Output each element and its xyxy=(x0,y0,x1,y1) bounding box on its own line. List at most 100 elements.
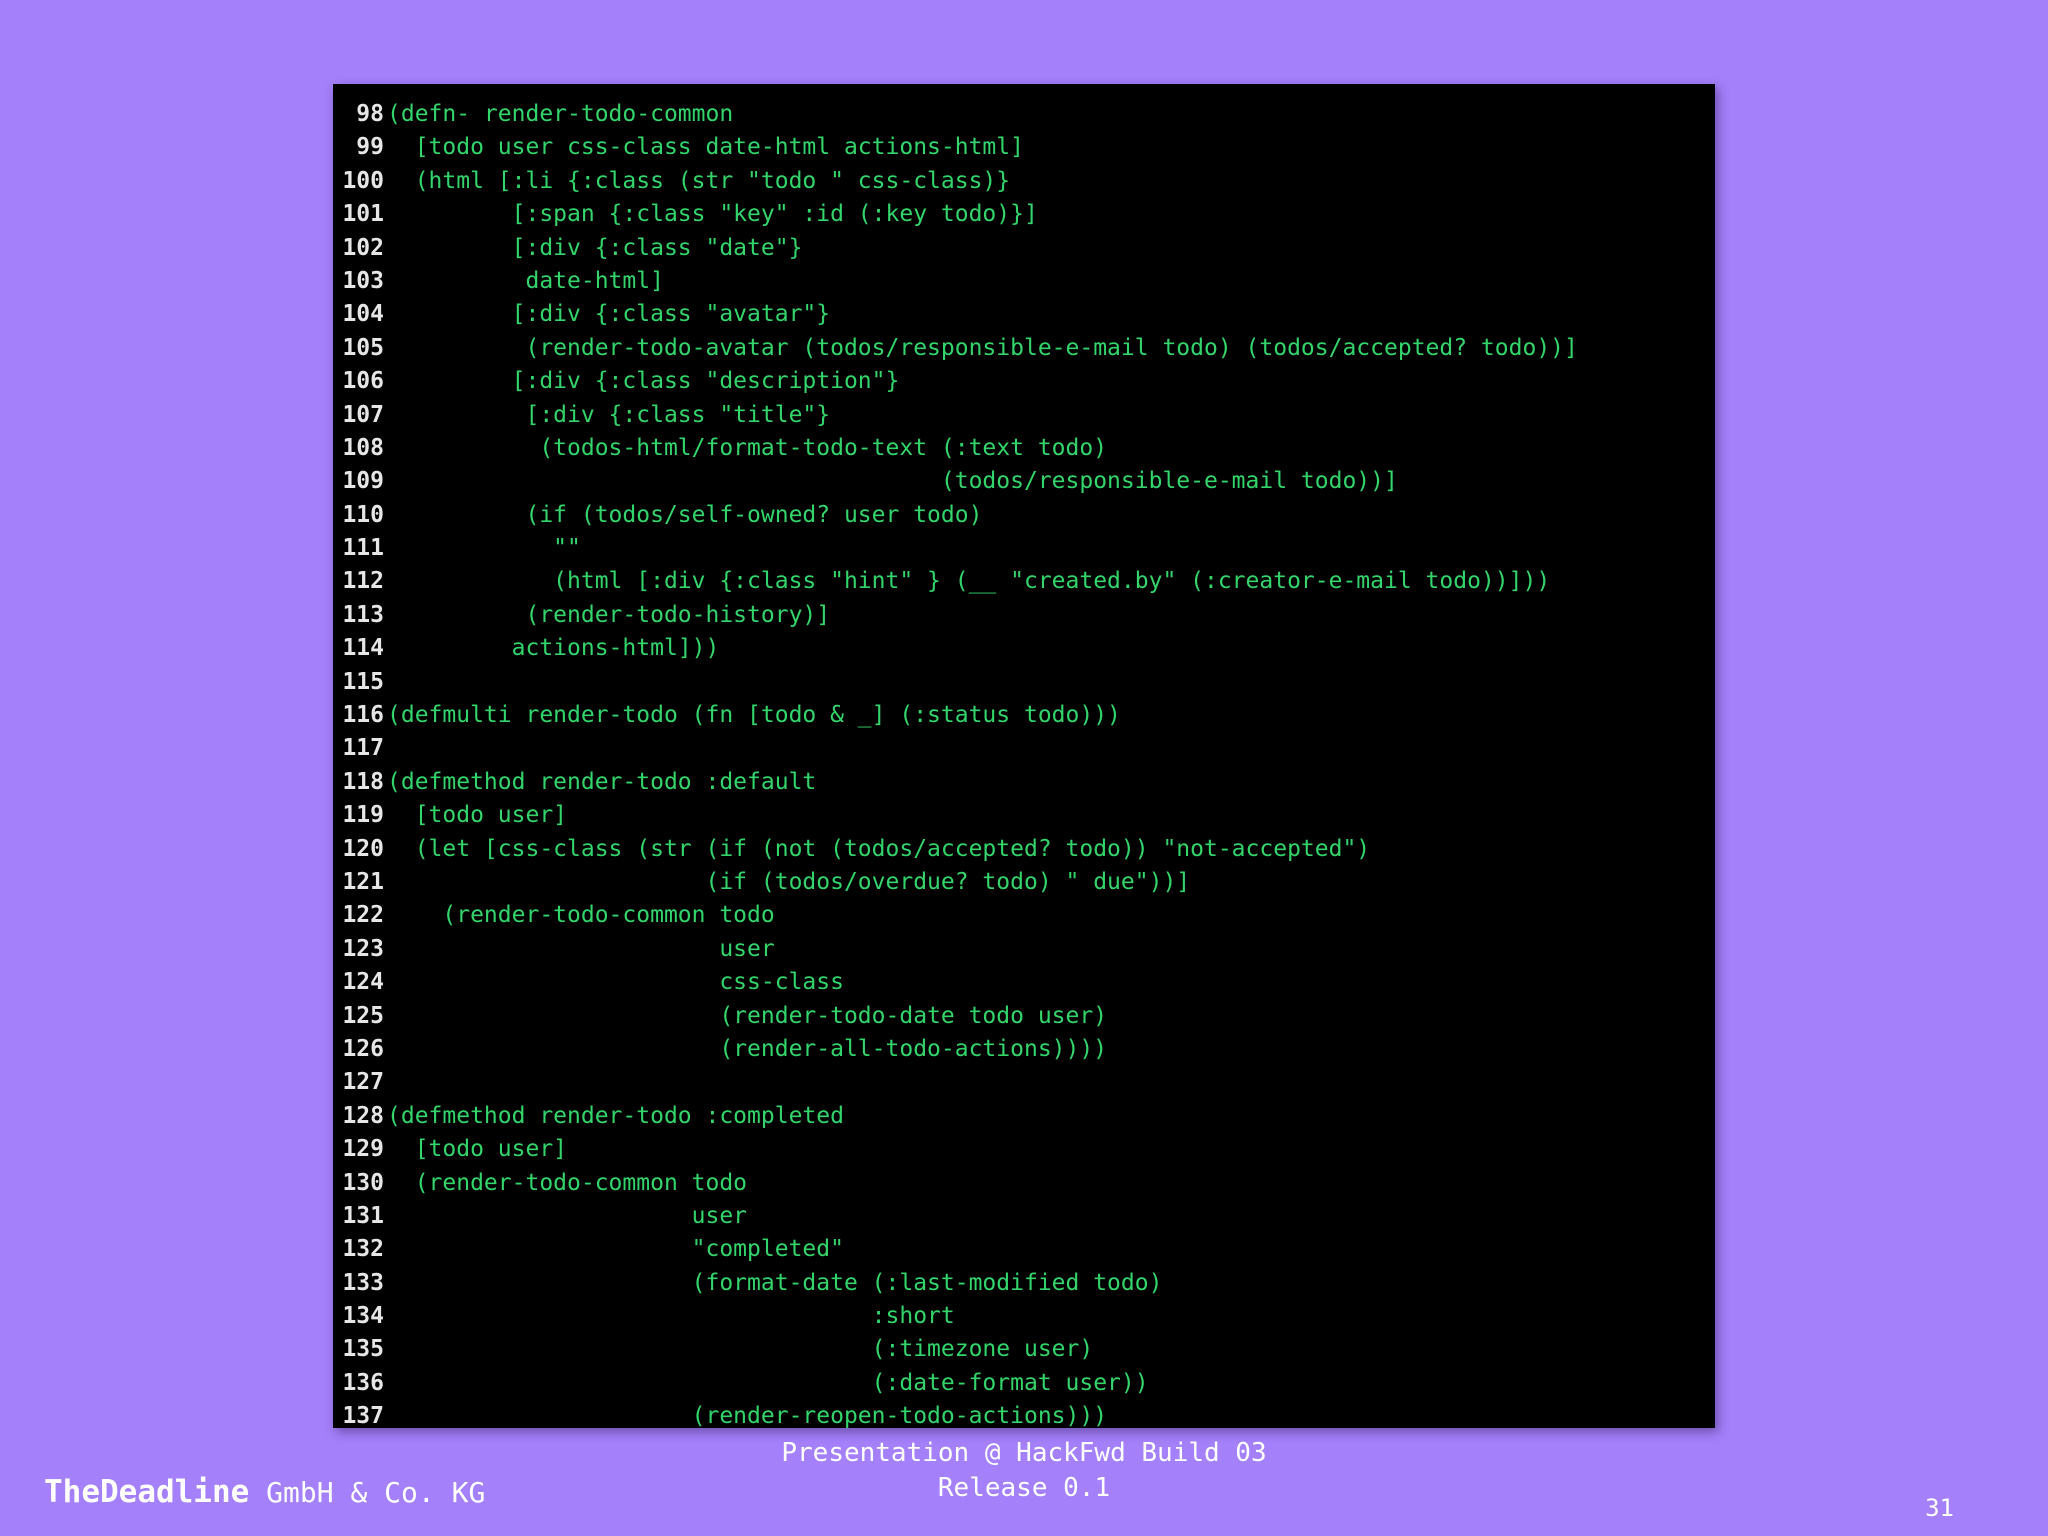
code-line[interactable]: 136 (:date-format user)) xyxy=(333,1367,1715,1400)
line-number: 133 xyxy=(342,1269,384,1296)
code-line[interactable]: 99 [todo user css-class date-html action… xyxy=(333,131,1715,164)
code-line[interactable]: 133 (format-date (:last-modified todo) xyxy=(333,1267,1715,1300)
code-line[interactable]: 127 xyxy=(333,1066,1715,1099)
line-number: 118 xyxy=(342,768,384,795)
code-line[interactable]: 122 (render-todo-common todo xyxy=(333,899,1715,932)
code-text: (render-todo-history)] xyxy=(387,601,831,628)
code-text: (html [:div {:class "hint" } (__ "create… xyxy=(387,568,1551,595)
code-text: (html [:li {:class (str "todo " css-clas… xyxy=(387,167,1011,194)
code-line[interactable]: 137 (render-reopen-todo-actions))) xyxy=(333,1400,1715,1428)
code-text: date-html] xyxy=(387,267,664,294)
code-editor-window[interactable]: 98 (defn- render-todo-common 99 [todo user… xyxy=(333,84,1715,1428)
code-line[interactable]: 100 (html [:li {:class (str "todo " css-… xyxy=(333,165,1715,198)
line-number: 128 xyxy=(342,1102,384,1129)
code-line[interactable]: 118 (defmethod render-todo :default xyxy=(333,766,1715,799)
code-text: actions-html])) xyxy=(387,635,720,662)
line-number: 124 xyxy=(342,969,384,996)
code-line[interactable]: 98 (defn- render-todo-common xyxy=(333,98,1715,131)
code-text: [todo user css-class date-html actions-h… xyxy=(387,134,1024,161)
line-number: 115 xyxy=(342,668,384,695)
line-number: 130 xyxy=(342,1169,384,1196)
code-line[interactable]: 128 (defmethod render-todo :completed xyxy=(333,1100,1715,1133)
code-line[interactable]: 114 actions-html])) xyxy=(333,632,1715,665)
line-number: 119 xyxy=(342,802,384,829)
line-number: 98 xyxy=(356,101,384,127)
code-text: (:date-format user)) xyxy=(387,1369,1149,1396)
code-text: [todo user] xyxy=(387,1136,568,1163)
page-number: 31 xyxy=(1925,1494,1954,1522)
code-line[interactable]: 111 "" xyxy=(333,532,1715,565)
code-line[interactable]: 113 (render-todo-history)] xyxy=(333,599,1715,632)
code-line[interactable]: 120 (let [css-class (str (if (not (todos… xyxy=(333,833,1715,866)
code-line[interactable]: 110 (if (todos/self-owned? user todo) xyxy=(333,499,1715,532)
line-number: 107 xyxy=(342,401,384,428)
code-text: "" xyxy=(387,535,581,562)
line-number: 102 xyxy=(342,234,384,261)
brand-name: TheDeadline xyxy=(44,1474,250,1510)
code-line[interactable]: 107 [:div {:class "title"} xyxy=(333,399,1715,432)
code-lines: 98 (defn- render-todo-common 99 [todo user… xyxy=(333,84,1715,1428)
code-text: (format-date (:last-modified todo) xyxy=(387,1269,1163,1296)
code-line[interactable]: 125 (render-todo-date todo user) xyxy=(333,1000,1715,1033)
line-number: 137 xyxy=(342,1403,384,1428)
code-line[interactable]: 130 (render-todo-common todo xyxy=(333,1167,1715,1200)
code-line[interactable]: 112 (html [:div {:class "hint" } (__ "cr… xyxy=(333,565,1715,598)
code-line[interactable]: 104 [:div {:class "avatar"} xyxy=(333,298,1715,331)
code-text: [todo user] xyxy=(387,802,568,829)
code-line[interactable]: 129 [todo user] xyxy=(333,1133,1715,1166)
code-line[interactable]: 123 user xyxy=(333,933,1715,966)
line-number: 135 xyxy=(342,1336,384,1363)
code-line[interactable]: 103 date-html] xyxy=(333,265,1715,298)
code-line[interactable]: 116 (defmulti render-todo (fn [todo & _] … xyxy=(333,699,1715,732)
line-number: 123 xyxy=(342,935,384,962)
code-line[interactable]: 108 (todos-html/format-todo-text (:text … xyxy=(333,432,1715,465)
line-number: 125 xyxy=(342,1002,384,1029)
code-line[interactable]: 109 (todos/responsible-e-mail todo))] xyxy=(333,465,1715,498)
line-number: 126 xyxy=(342,1035,384,1062)
code-text: (todos-html/format-todo-text (:text todo… xyxy=(387,434,1108,461)
presentation-line-1: Presentation @ HackFwd Build 03 xyxy=(781,1438,1267,1468)
code-line[interactable]: 106 [:div {:class "description"} xyxy=(333,365,1715,398)
line-number: 121 xyxy=(342,868,384,895)
code-line[interactable]: 131 user xyxy=(333,1200,1715,1233)
code-line[interactable]: 135 (:timezone user) xyxy=(333,1333,1715,1366)
code-line[interactable]: 105 (render-todo-avatar (todos/responsib… xyxy=(333,332,1715,365)
line-number: 111 xyxy=(342,535,384,562)
code-line[interactable]: 115 xyxy=(333,666,1715,699)
code-line[interactable]: 134 :short xyxy=(333,1300,1715,1333)
code-line[interactable]: 121 (if (todos/overdue? todo) " due"))] xyxy=(333,866,1715,899)
code-line[interactable]: 101 [:span {:class "key" :id (:key todo)… xyxy=(333,198,1715,231)
code-line[interactable]: 117 xyxy=(333,732,1715,765)
line-number: 110 xyxy=(342,501,384,528)
code-text: (defmethod render-todo :default xyxy=(387,768,817,795)
line-number: 101 xyxy=(342,201,384,228)
line-number: 120 xyxy=(342,835,384,862)
code-text: (render-todo-avatar (todos/responsible-e… xyxy=(387,334,1578,361)
code-text: [:div {:class "title"} xyxy=(387,401,831,428)
code-text: (render-reopen-todo-actions))) xyxy=(387,1403,1108,1428)
code-text: [:div {:class "date"} xyxy=(387,234,803,261)
line-number: 99 xyxy=(356,134,384,161)
code-text: user xyxy=(387,935,775,962)
code-text: (render-todo-common todo xyxy=(387,902,775,929)
code-line[interactable]: 126 (render-all-todo-actions)))) xyxy=(333,1033,1715,1066)
line-number: 114 xyxy=(342,635,384,662)
code-text: (let [css-class (str (if (not (todos/acc… xyxy=(387,835,1371,862)
company-brand: TheDeadline GmbH & Co. KG xyxy=(44,1474,485,1510)
code-text: [:span {:class "key" :id (:key todo)}] xyxy=(387,201,1038,228)
code-text: (todos/responsible-e-mail todo))] xyxy=(387,468,1398,495)
line-number: 117 xyxy=(342,735,384,762)
code-line[interactable]: 132 "completed" xyxy=(333,1233,1715,1266)
code-line[interactable]: 124 css-class xyxy=(333,966,1715,999)
line-number: 131 xyxy=(342,1202,384,1229)
line-number: 109 xyxy=(342,468,384,495)
line-number: 129 xyxy=(342,1136,384,1163)
line-number: 103 xyxy=(342,267,384,294)
line-number: 136 xyxy=(342,1369,384,1396)
line-number: 122 xyxy=(342,902,384,929)
code-text: (if (todos/overdue? todo) " due"))] xyxy=(387,868,1191,895)
code-line[interactable]: 119 [todo user] xyxy=(333,799,1715,832)
line-number: 105 xyxy=(342,334,384,361)
code-text: [:div {:class "description"} xyxy=(387,368,900,395)
code-line[interactable]: 102 [:div {:class "date"} xyxy=(333,232,1715,265)
